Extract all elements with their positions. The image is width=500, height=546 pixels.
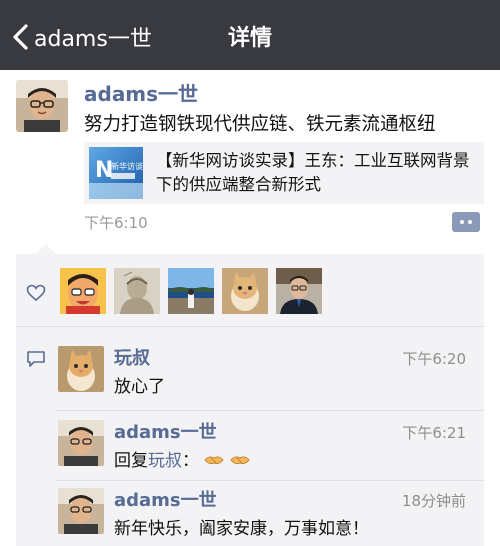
shared-link-title: 【新华网访谈实录】王东：工业互联网背景下的供应端整合新形式 <box>156 151 470 194</box>
reply-target-name[interactable]: 玩叔 <box>148 451 182 471</box>
commenter-name[interactable]: adams一世 <box>114 418 217 444</box>
reply-colon: ： <box>182 451 199 471</box>
likes-row <box>16 254 484 324</box>
page-title: 详情 <box>227 26 272 51</box>
comment-timestamp: 下午6:21 <box>402 424 466 442</box>
like-avatar[interactable] <box>222 268 268 314</box>
divider <box>16 326 484 327</box>
comment-text[interactable]: 放心了 <box>114 372 165 397</box>
handshake-emoji-icon <box>230 456 250 464</box>
like-avatar[interactable] <box>60 268 106 314</box>
divider <box>56 480 484 481</box>
like-avatar[interactable] <box>276 268 322 314</box>
commenter-avatar[interactable] <box>58 346 104 392</box>
shared-link-thumbnail: N 新华访谈 <box>89 147 143 199</box>
nav-bar: adams一世 详情 <box>0 0 500 70</box>
like-avatar[interactable] <box>168 268 214 314</box>
interaction-panel: 玩叔 下午6:20 放心了 adams一世 下午6:21 回复玩叔： adams… <box>16 244 484 546</box>
comment-text[interactable]: 新年快乐，阖家安康，万事如意！ <box>114 514 369 539</box>
comment-button[interactable] <box>452 212 480 232</box>
reply-prefix: 回复 <box>114 451 148 471</box>
shared-link-card[interactable]: N 新华访谈 【新华网访谈实录】王东：工业互联网背景下的供应端整合新形式 <box>84 142 484 204</box>
svg-text:新华访谈: 新华访谈 <box>111 161 143 171</box>
author-avatar[interactable] <box>16 80 68 132</box>
commenter-name[interactable]: 玩叔 <box>114 344 150 370</box>
comment-icon <box>27 351 45 367</box>
divider <box>56 410 484 411</box>
commenter-avatar[interactable] <box>58 488 104 534</box>
heart-icon <box>26 284 46 302</box>
more-dot-icon <box>460 220 464 224</box>
author-name[interactable]: adams一世 <box>84 78 198 107</box>
more-dot-icon <box>468 220 472 224</box>
comment-timestamp: 下午6:20 <box>402 350 466 368</box>
handshake-emoji-icon <box>204 456 224 464</box>
comment-timestamp: 18分钟前 <box>401 492 466 510</box>
post-timestamp: 下午6:10 <box>84 214 148 232</box>
commenter-name[interactable]: adams一世 <box>114 486 217 512</box>
commenter-avatar[interactable] <box>58 420 104 466</box>
like-avatar[interactable] <box>114 268 160 314</box>
post-text: 努力打造钢铁现代供应链、铁元素流通枢纽 <box>84 114 436 135</box>
comment-text[interactable]: 回复玩叔： <box>114 446 250 471</box>
